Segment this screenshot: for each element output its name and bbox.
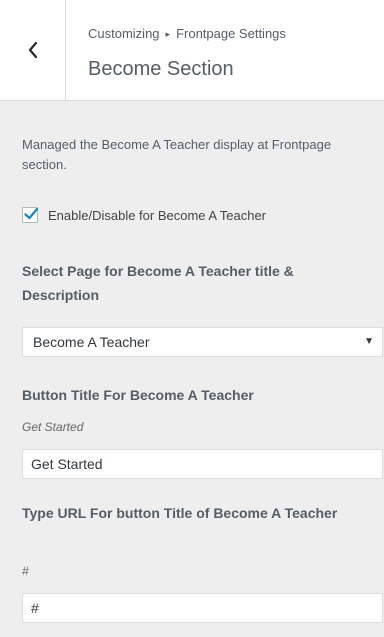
button-url-label: Type URL For button Title of Become A Te… bbox=[22, 505, 338, 521]
section-title: Become Section bbox=[88, 58, 234, 80]
enable-become-teacher-toggle[interactable]: Enable/Disable for Become A Teacher bbox=[22, 207, 266, 223]
enable-checkbox[interactable] bbox=[22, 207, 39, 223]
breadcrumb-parent: Frontpage Settings bbox=[176, 26, 286, 41]
customizer-header: Customizing ▸ Frontpage Settings Become Se… bbox=[0, 0, 384, 101]
page-select[interactable]: Become A Teacher ▼ bbox=[22, 327, 383, 357]
breadcrumb: Customizing ▸ Frontpage Settings bbox=[88, 26, 286, 41]
back-button[interactable] bbox=[0, 0, 66, 100]
button-title-input[interactable]: Get Started bbox=[22, 449, 383, 479]
breadcrumb-root: Customizing bbox=[88, 26, 160, 41]
breadcrumb-separator: ▸ bbox=[165, 29, 171, 39]
button-title-value: Get Started bbox=[31, 456, 103, 472]
button-title-hint: Get Started bbox=[22, 420, 84, 434]
section-description: Managed the Become A Teacher display at … bbox=[22, 137, 332, 172]
button-url-value: # bbox=[31, 600, 39, 616]
chevron-left-icon bbox=[27, 41, 39, 59]
enable-checkbox-label: Enable/Disable for Become A Teacher bbox=[48, 207, 267, 223]
page-select-value: Become A Teacher bbox=[33, 334, 150, 350]
button-url-hint: # bbox=[22, 564, 29, 578]
triangle-down-icon: ▼ bbox=[364, 336, 374, 347]
button-title-label: Button Title For Become A Teacher bbox=[22, 387, 254, 403]
button-url-input[interactable]: # bbox=[22, 593, 383, 623]
page-select-label: Select Page for Become A Teacher title &… bbox=[22, 263, 294, 303]
